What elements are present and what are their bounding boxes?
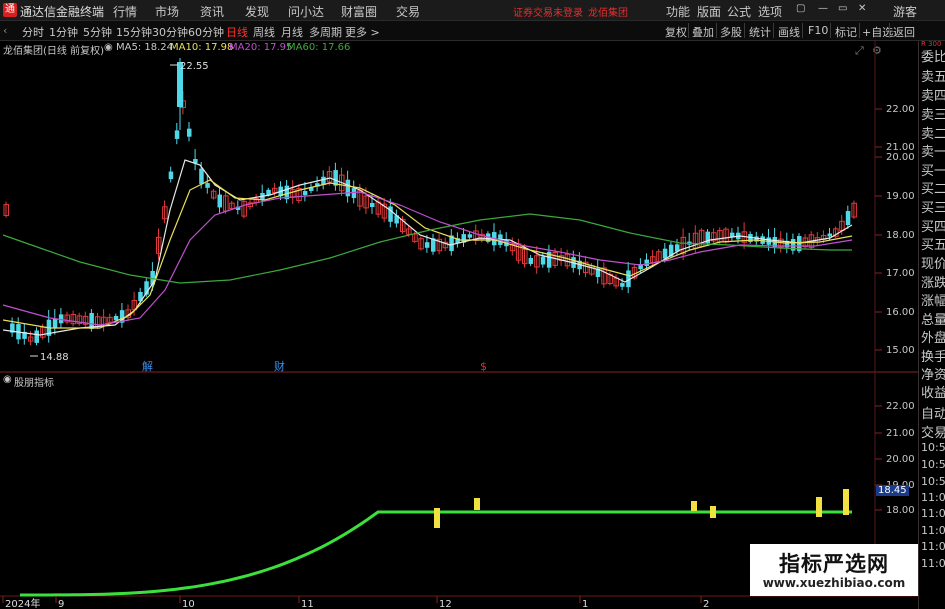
price-tick: 20.00 <box>886 152 915 163</box>
app-window: 通 通达信金融终端 行情 市场 资讯 发现 问小达 财富圈 交易 证券交易未登录… <box>0 0 945 609</box>
quote-panel-label: 交易 <box>921 426 945 441</box>
price-tick: 17.00 <box>886 268 915 279</box>
candle-body <box>827 233 832 237</box>
x-axis-label: 9 <box>58 599 64 609</box>
quote-panel-label: 自动 <box>921 407 945 422</box>
quote-panel-label: 11:00 <box>921 524 945 537</box>
price-tick: 15.00 <box>886 345 915 356</box>
watermark-url: www.xuezhibiao.com <box>762 576 906 590</box>
price-tick: 16.00 <box>886 307 915 318</box>
x-axis-label: 2 <box>703 599 709 609</box>
candle-body <box>187 128 192 137</box>
quote-panel-label: 11:00 <box>921 557 945 570</box>
quote-panel-label: 收益 <box>921 386 945 401</box>
quote-panel-label: 10:59 <box>921 475 945 488</box>
indicator-bar <box>710 506 716 518</box>
ma60-line <box>2 213 852 284</box>
quote-panel-label: 卖三 <box>921 108 945 123</box>
quote-panel-label: 委比 <box>921 50 945 65</box>
event-marker-dividend[interactable]: $ <box>480 360 487 373</box>
quote-panel-label: 外盘 <box>921 331 945 346</box>
quote-panel-label: 卖四 <box>921 89 945 104</box>
candle-body <box>34 330 39 343</box>
ma20-line <box>2 191 853 326</box>
indicator-tick: 18.00 <box>886 505 915 516</box>
candle-body <box>174 130 180 139</box>
quote-panel-label: 10:59 <box>921 458 945 471</box>
candle-body <box>199 168 204 184</box>
candle-body <box>302 191 308 196</box>
candle-body <box>217 194 222 208</box>
quote-panel-label: 11:00 <box>921 540 945 553</box>
quote-panel-label: 11:00 <box>921 491 945 504</box>
quote-panel-label: 卖一 <box>921 145 945 160</box>
candle-body <box>168 171 174 180</box>
indicator-tick: 21.00 <box>886 428 915 439</box>
quote-panel-label: 净资 <box>921 368 945 383</box>
quote-panel-label: 10:59 <box>921 441 945 454</box>
low-price-label: 14.88 <box>40 352 69 363</box>
quote-panel-label: 卖二 <box>921 127 945 142</box>
candle-body <box>644 259 649 266</box>
x-axis-label: 2024年 <box>5 597 40 609</box>
x-axis-label: 12 <box>439 599 452 609</box>
ma10-line <box>2 179 853 329</box>
indicator-bar <box>474 498 480 510</box>
candle-body <box>845 211 851 226</box>
quote-panel-label: 现价 <box>921 257 945 272</box>
quote-panel-label: 11:00 <box>921 507 945 520</box>
event-marker-finance[interactable]: 财 <box>274 359 285 373</box>
quote-panel-label: 买五 <box>921 238 945 253</box>
quote-panel-label: 换手 <box>921 350 945 365</box>
candle-body <box>662 248 668 259</box>
x-axis-label: 10 <box>182 599 195 609</box>
indicator-bar <box>816 497 822 517</box>
indicator-bar <box>691 501 697 511</box>
high-price-label: 22.55 <box>180 61 209 72</box>
candle-body <box>424 242 430 248</box>
quote-panel-label: 卖五 <box>921 70 945 85</box>
candle-body <box>205 183 210 188</box>
indicator-tick: 20.00 <box>886 454 915 465</box>
candle-body <box>620 283 625 287</box>
quote-panel-label: 涨跌 <box>921 276 945 291</box>
price-tick: 22.00 <box>886 104 915 115</box>
candle-body <box>528 257 534 264</box>
watermark-brand: 指标严选网 <box>779 552 889 576</box>
candle-body <box>113 316 119 321</box>
indicator-bar <box>434 508 440 528</box>
x-axis-label: 11 <box>301 599 314 609</box>
candle-body <box>345 179 351 197</box>
candle-body <box>540 256 546 265</box>
candle-body <box>266 189 271 196</box>
indicator-tick: 22.00 <box>886 401 915 412</box>
indicator-bar <box>843 489 849 515</box>
price-tick: 18.00 <box>886 230 915 241</box>
quote-panel-label: 总量 <box>921 313 945 328</box>
quote-panel-label: 买二 <box>921 182 945 197</box>
quote-panel-label: 买四 <box>921 220 945 235</box>
watermark-box: 指标严选网 www.xuezhibiao.com <box>750 544 918 596</box>
quote-panel-label: 涨幅 <box>921 294 945 309</box>
indicator-current-value: 18.45 <box>876 485 909 496</box>
right-quote-panel: R 300 委比 卖五 卖四 卖三 卖二 卖一 买一 买二 买三 买四 买五 现价 涨跌 涨幅 总量 外盘 换手… <box>918 40 945 609</box>
event-marker-unlock[interactable]: 解 <box>142 359 153 373</box>
candle-body <box>467 234 473 238</box>
quote-panel-label: 买一 <box>921 164 945 179</box>
candle-body <box>370 202 375 208</box>
candle-body <box>52 318 58 328</box>
quote-panel-label: 买三 <box>921 201 945 216</box>
x-axis-label: 1 <box>582 599 588 609</box>
chart-canvas[interactable]: 22.55 14.88 解 财 $ 2024年 9 10 11 12 1 2 <box>0 0 918 609</box>
price-tick: 19.00 <box>886 191 915 202</box>
